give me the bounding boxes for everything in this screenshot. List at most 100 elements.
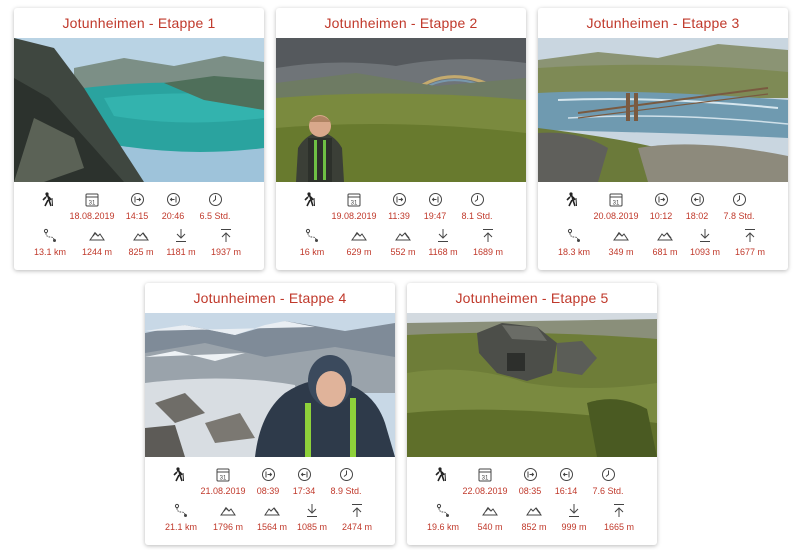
activity-cell [24,192,70,207]
date-cell: 31 19.08.2019 [331,192,377,221]
ascent-icon [598,228,644,243]
svg-text:31: 31 [89,201,96,207]
activity-cell [417,467,463,482]
max-altitude-value: 1665 m [603,522,635,532]
max-altitude-cell: 1689 m [465,228,511,257]
distance-value: 18.3 km [557,247,590,257]
svg-text:31: 31 [613,201,620,207]
tour-photo[interactable] [145,313,395,457]
end-time-cell: 16:14 [543,467,589,496]
end-time-icon [543,467,589,482]
duration-value: 7.8 Std. [723,211,755,221]
duration-value: 8.1 Std. [461,211,493,221]
ascent-icon [467,503,513,518]
arrow-up-icon [727,228,773,243]
activity-cell [286,192,332,207]
max-altitude-cell: 1937 m [203,228,249,257]
tour-card-4[interactable]: Jotunheimen - Etappe 4 31 21.08.2019 08:… [145,283,395,545]
tour-card-3[interactable]: Jotunheimen - Etappe 3 31 20.08.2019 10:… [538,8,788,270]
hiker-icon [24,192,70,207]
ascent-value: 540 m [477,522,503,532]
tour-stats: 31 22.08.2019 08:35 16:14 7.6 Std. 19.6 … [407,457,657,545]
distance-value: 19.6 km [426,522,459,532]
svg-text:31: 31 [351,201,358,207]
card-title[interactable]: Jotunheimen - Etappe 1 [14,8,264,38]
ascent-icon [74,228,120,243]
tour-photo[interactable] [407,313,657,457]
ascent-icon [205,503,251,518]
arrow-up-icon [334,503,380,518]
end-time-value: 17:34 [292,486,316,496]
distance-value: 13.1 km [33,247,66,257]
duration-cell: 7.6 Std. [585,467,631,496]
arrow-down-icon [289,503,335,518]
arrow-up-icon [465,228,511,243]
ascent-value: 349 m [608,247,634,257]
tour-card-5[interactable]: Jotunheimen - Etappe 5 31 22.08.2019 08:… [407,283,657,545]
card-title[interactable]: Jotunheimen - Etappe 4 [145,283,395,313]
duration-cell: 8.9 Std. [323,467,369,496]
max-altitude-value: 1689 m [472,247,504,257]
min-altitude-cell: 1085 m [289,503,335,532]
route-distance-icon [420,503,466,518]
tour-stats: 31 19.08.2019 11:39 19:47 8.1 Std. 16 km… [276,182,526,270]
tour-photo[interactable] [276,38,526,182]
ascent-cell: 349 m [598,228,644,257]
max-altitude-cell: 1665 m [596,503,642,532]
calendar-icon: 31 [462,467,508,482]
route-distance-icon [27,228,73,243]
min-altitude-cell: 999 m [551,503,597,532]
activity-cell [155,467,201,482]
max-altitude-value: 1937 m [210,247,242,257]
end-time-value: 18:02 [685,211,709,221]
end-time-icon [150,192,196,207]
distance-value: 16 km [299,247,325,257]
ascent-cell: 629 m [336,228,382,257]
end-time-cell: 17:34 [281,467,327,496]
end-time-value: 20:46 [161,211,185,221]
calendar-icon: 31 [593,192,639,207]
arrow-down-icon [158,228,204,243]
duration-value: 7.6 Std. [592,486,624,496]
min-altitude-cell: 1093 m [682,228,728,257]
duration-value: 6.5 Std. [199,211,231,221]
card-title[interactable]: Jotunheimen - Etappe 2 [276,8,526,38]
distance-cell: 21.1 km [158,503,204,532]
tour-card-1[interactable]: Jotunheimen - Etappe 1 31 18.08.2019 14:… [14,8,264,270]
tour-photo[interactable] [14,38,264,182]
route-distance-icon [158,503,204,518]
end-time-icon [281,467,327,482]
tour-card-2[interactable]: Jotunheimen - Etappe 2 31 19.08.2019 11:… [276,8,526,270]
min-altitude-cell: 1181 m [158,228,204,257]
duration-cell: 6.5 Std. [192,192,238,221]
calendar-icon: 31 [331,192,377,207]
tour-stats: 31 21.08.2019 08:39 17:34 8.9 Std. 21.1 … [145,457,395,545]
tour-photo[interactable] [538,38,788,182]
hiker-icon [417,467,463,482]
ascent-value: 629 m [346,247,372,257]
clock-icon [585,467,631,482]
calendar-icon: 31 [69,192,115,207]
max-altitude-value: 1677 m [734,247,766,257]
svg-text:31: 31 [482,476,489,482]
min-altitude-value: 1181 m [166,247,196,257]
min-altitude-cell: 1168 m [420,228,466,257]
route-distance-icon [551,228,597,243]
tour-stats: 31 18.08.2019 14:15 20:46 6.5 Std. 13.1 … [14,182,264,270]
clock-icon [192,192,238,207]
distance-cell: 18.3 km [551,228,597,257]
min-altitude-value: 1168 m [428,247,458,257]
duration-cell: 8.1 Std. [454,192,500,221]
end-time-value: 16:14 [554,486,578,496]
arrow-down-icon [551,503,597,518]
end-time-cell: 20:46 [150,192,196,221]
arrow-down-icon [420,228,466,243]
card-title[interactable]: Jotunheimen - Etappe 5 [407,283,657,313]
distance-value: 21.1 km [164,522,197,532]
end-time-cell: 18:02 [674,192,720,221]
tour-stats: 31 20.08.2019 10:12 18:02 7.8 Std. 18.3 … [538,182,788,270]
ascent-cell: 1796 m [205,503,251,532]
ascent-cell: 540 m [467,503,513,532]
max-altitude-cell: 1677 m [727,228,773,257]
card-title[interactable]: Jotunheimen - Etappe 3 [538,8,788,38]
